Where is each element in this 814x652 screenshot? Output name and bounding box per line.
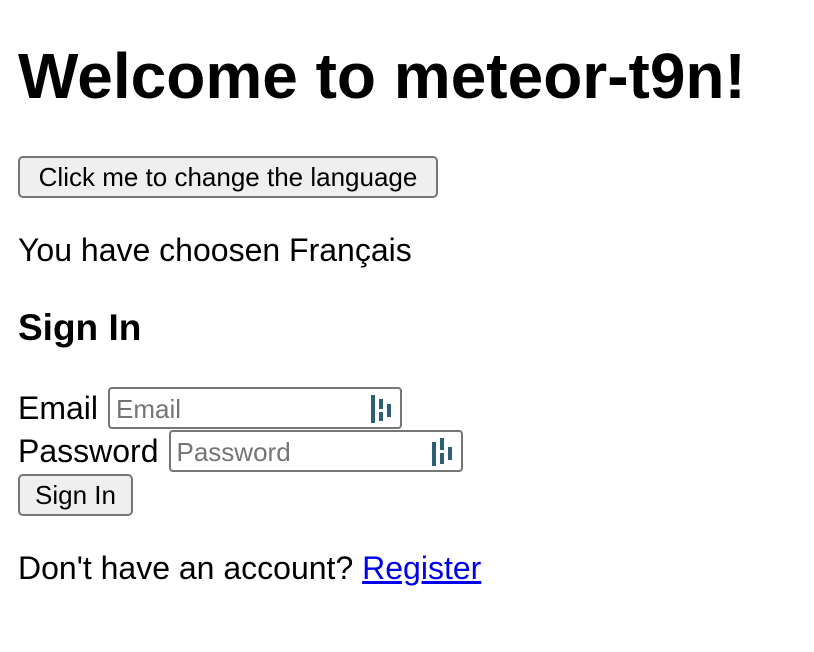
- password-manager-icon[interactable]: [370, 395, 392, 423]
- password-field-wrapper: [168, 430, 463, 472]
- register-prompt-text: Don't have an account?: [18, 550, 363, 586]
- sign-in-button[interactable]: Sign In: [18, 474, 133, 516]
- sign-in-heading: Sign In: [18, 307, 142, 348]
- email-row: Email: [18, 387, 403, 429]
- chosen-language-text: You have choosen Français: [18, 232, 412, 268]
- page-title: Welcome to meteor-t9n!: [18, 40, 746, 112]
- password-field[interactable]: [170, 433, 461, 472]
- email-field[interactable]: [110, 390, 401, 429]
- password-row: Password: [18, 430, 463, 472]
- change-language-button[interactable]: Click me to change the language: [18, 156, 438, 198]
- register-prompt: Don't have an account? Register: [18, 548, 481, 588]
- register-link[interactable]: Register: [362, 550, 481, 586]
- password-label: Password: [18, 433, 159, 469]
- email-label: Email: [18, 390, 99, 426]
- password-manager-icon[interactable]: [431, 438, 453, 466]
- email-field-wrapper: [108, 387, 403, 429]
